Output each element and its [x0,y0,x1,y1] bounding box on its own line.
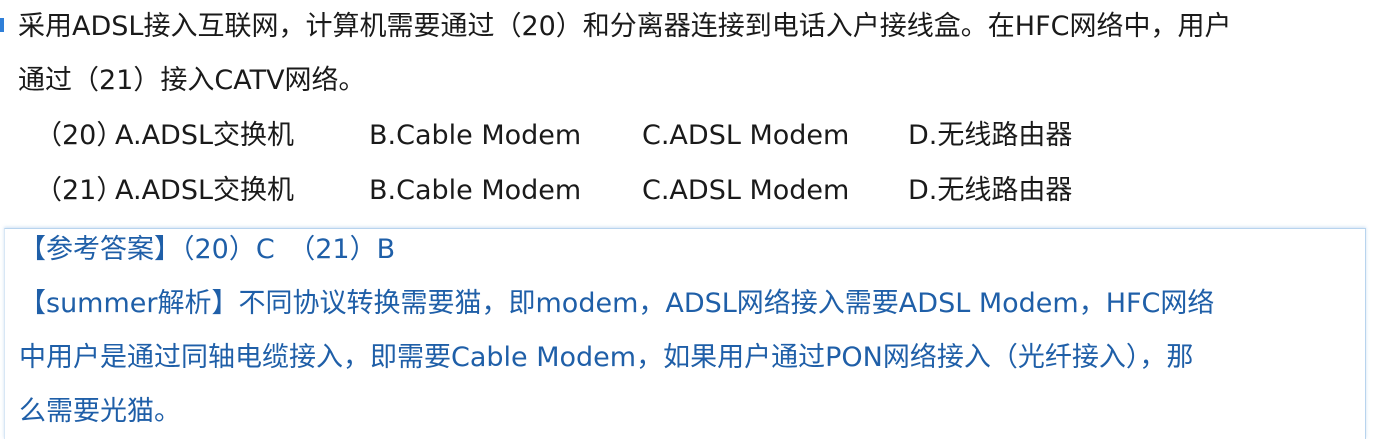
answer-box: 【参考答案】（20）C （21）B 【summer解析】不同协议转换需要猫，即m… [4,228,1366,439]
analysis-line-1: 【summer解析】不同协议转换需要猫，即modem，ADSL网络接入需要ADS… [19,288,1215,319]
analysis-line-2: 中用户是通过同轴电缆接入，即需要Cable Modem，如果用户通过PON网络接… [19,342,1194,373]
option-21-c: C.ADSL Modem [642,175,850,206]
options-row-21: （21） A.ADSL交换机 B.Cable Modem C.ADSL Mode… [18,163,1379,218]
option-20-a: A.ADSL交换机 [115,120,295,151]
reference-answer: 【参考答案】（20）C （21）B [19,234,396,265]
option-number-21: （21） [35,175,124,206]
option-21-d: D.无线路由器 [908,175,1073,206]
option-20-d: D.无线路由器 [908,120,1073,151]
option-21-a: A.ADSL交换机 [115,175,295,206]
options-row-20: （20） A.ADSL交换机 B.Cable Modem C.ADSL Mode… [18,108,1379,163]
question-stem-line-1: 采用ADSL接入互联网，计算机需要通过（20）和分离器连接到电话入户接线盒。在H… [18,11,1232,42]
left-accent-bar [0,18,4,32]
question-block: 采用ADSL接入互联网，计算机需要通过（20）和分离器连接到电话入户接线盒。在H… [18,0,1379,218]
option-20-c: C.ADSL Modem [642,120,850,151]
option-number-20: （20） [35,120,124,151]
analysis-line-3: 么需要光猫。 [19,396,181,427]
option-20-b: B.Cable Modem [369,120,582,151]
option-21-b: B.Cable Modem [369,175,582,206]
question-stem-line-2: 通过（21）接入CATV网络。 [18,65,366,96]
